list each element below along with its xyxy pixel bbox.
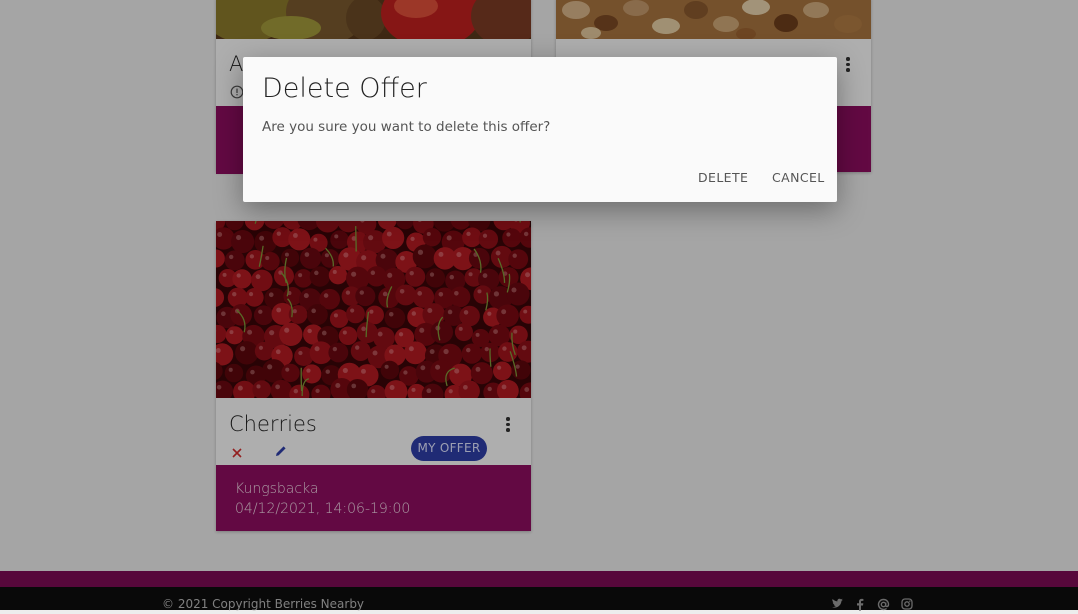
dialog-title: Delete Offer xyxy=(262,73,427,104)
delete-button[interactable]: DELETE xyxy=(698,170,748,185)
dialog-message: Are you sure you want to delete this off… xyxy=(262,119,550,135)
delete-offer-dialog: Delete Offer Are you sure you want to de… xyxy=(243,57,837,202)
cancel-button[interactable]: CANCEL xyxy=(772,170,825,185)
